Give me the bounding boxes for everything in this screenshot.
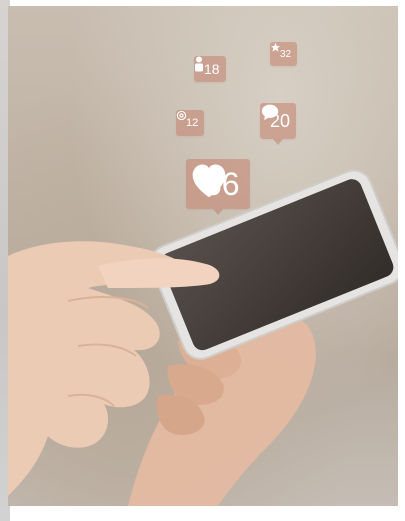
followers-badge: 18 — [194, 56, 226, 82]
followers-count: 18 — [204, 61, 220, 77]
comments-badge: 20 — [260, 103, 297, 145]
image-frame: 18 32 12 20 56 — [0, 0, 405, 521]
mentions-badge: 12 — [176, 110, 205, 136]
likes-badge: 56 — [186, 159, 250, 215]
stars-badge: 32 — [270, 42, 298, 66]
stars-count: 32 — [280, 48, 292, 60]
mentions-count: 12 — [186, 117, 199, 129]
photo: 18 32 12 20 56 — [8, 6, 398, 506]
